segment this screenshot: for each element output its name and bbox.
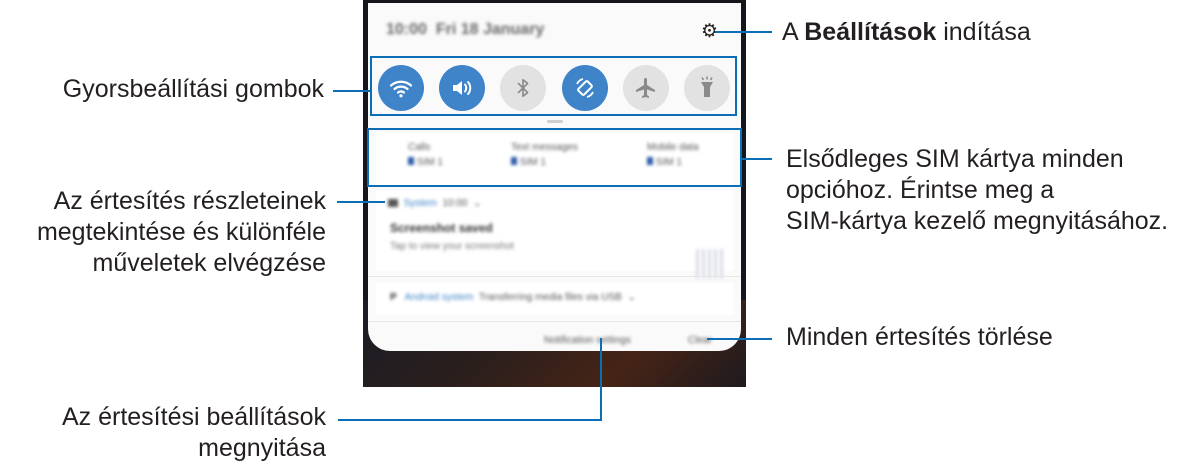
callout-settings-prefix: A <box>782 18 805 46</box>
chevron-down-icon[interactable]: ⌄ <box>627 292 635 303</box>
notification-app: System <box>403 198 437 209</box>
connector-open-settings-horizontal <box>338 419 602 421</box>
usb-icon: P <box>390 292 397 303</box>
callout-notification-line1: Az értesítés részleteinek <box>53 187 326 215</box>
connector-notification <box>337 201 385 203</box>
callout-open-settings-line2: megnyitása <box>198 434 326 462</box>
notification-time: 10:00 <box>442 198 468 209</box>
notification-settings-button[interactable]: Notification settings <box>544 335 631 346</box>
chevron-down-icon[interactable]: ⌄ <box>473 198 481 209</box>
callout-sim-line2: opcióhoz. Érintse meg a <box>786 176 1055 204</box>
divider <box>368 321 741 322</box>
callout-sim-line1: Elsődleges SIM kártya minden <box>786 145 1124 173</box>
clear-button[interactable]: Clear <box>688 335 712 346</box>
gallery-icon <box>388 199 398 208</box>
status-bar-clock: 10:00 Fri 18 January <box>386 21 544 39</box>
quick-settings-highlight <box>370 56 737 116</box>
callout-open-settings-line1: Az értesítési beállítások <box>61 403 326 431</box>
notification-header: System 10:00 ⌄ <box>388 198 481 209</box>
status-time: 10:00 <box>386 21 427 38</box>
callout-settings-bold: Beállítások <box>804 18 937 46</box>
screenshot-thumbnail <box>696 249 724 279</box>
connector-quick-settings <box>333 90 370 92</box>
notification-card[interactable]: System 10:00 ⌄ Screenshot saved Tap to v… <box>376 191 733 279</box>
android-system-notification[interactable]: P Android system Transferring media file… <box>376 283 733 315</box>
connector-settings <box>715 31 772 33</box>
callout-sim-line3: SIM-kártya kezelő megnyitásához. <box>786 207 1169 235</box>
connector-clear <box>707 338 772 340</box>
connector-sim <box>742 158 772 160</box>
connector-open-settings-vertical <box>600 338 602 420</box>
android-system-row: P Android system Transferring media file… <box>390 292 636 303</box>
android-app-name: Android system <box>404 292 474 303</box>
notification-text: Tap to view your screenshot <box>390 241 514 252</box>
callout-settings: A Beállítások indítása <box>782 17 1031 48</box>
notification-title: Screenshot saved <box>390 221 493 235</box>
sim-highlight <box>367 128 742 187</box>
callout-settings-suffix: indítása <box>936 18 1031 46</box>
status-date: Fri 18 January <box>435 21 545 38</box>
panel-drag-handle[interactable] <box>547 120 563 123</box>
android-notification-text: Transferring media files via USB <box>478 292 622 303</box>
callout-quick-settings: Gyorsbeállítási gombok <box>62 75 324 103</box>
callout-notification-line3: műveletek elvégzése <box>92 249 326 277</box>
callout-clear-all: Minden értesítés törlése <box>786 323 1053 351</box>
callout-notification-line2: megtekintése és különféle <box>36 218 326 246</box>
divider <box>368 276 741 277</box>
